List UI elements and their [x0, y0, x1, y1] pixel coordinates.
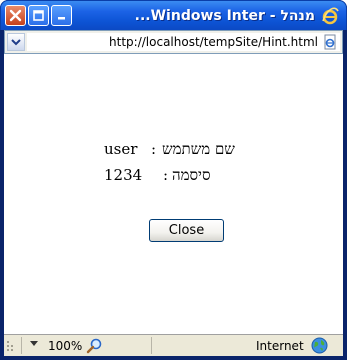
close-button[interactable]: Close: [149, 219, 224, 242]
browser-window: ...Windows Inter - מנהל http://localhost…: [0, 0, 347, 360]
zoom-menu-button[interactable]: [30, 341, 38, 347]
status-bar: 100% Internet: [4, 334, 343, 356]
ie-logo-icon: [322, 7, 339, 25]
url-field[interactable]: http://localhost/tempSite/Hint.html: [27, 33, 340, 51]
security-zone-label: Internet: [256, 339, 304, 353]
close-icon: [9, 9, 22, 22]
address-history-button[interactable]: [7, 33, 25, 51]
status-divider: [21, 337, 22, 354]
status-divider: [151, 337, 152, 354]
maximize-icon: [33, 10, 44, 21]
password-row: 1234 : סיסמה: [4, 164, 343, 186]
address-bar: http://localhost/tempSite/Hint.html: [4, 30, 343, 54]
password-value: 1234: [104, 166, 143, 184]
magnifier-icon[interactable]: [86, 338, 102, 354]
minimize-icon: [58, 17, 65, 20]
username-row: user : שם משתמש: [4, 138, 343, 160]
window-close-button[interactable]: [5, 5, 26, 26]
username-separator: :: [151, 140, 157, 158]
window-title: ...Windows Inter - מנהל: [134, 8, 315, 24]
chevron-down-icon: [11, 39, 21, 46]
username-label: שם משתמש: [162, 140, 235, 158]
url-text: http://localhost/tempSite/Hint.html: [109, 35, 318, 49]
resize-grip-icon: [7, 341, 13, 351]
globe-icon[interactable]: [311, 337, 328, 354]
username-value: user: [104, 140, 138, 158]
password-separator: :: [163, 166, 169, 184]
window-minimize-button[interactable]: [51, 5, 72, 26]
window-maximize-button[interactable]: [28, 5, 49, 26]
page-icon: [324, 34, 336, 50]
title-bar: ...Windows Inter - מנהל: [0, 0, 347, 30]
zoom-level[interactable]: 100%: [48, 338, 82, 354]
page-content: user : שם משתמש 1234 : סיסמה Close: [4, 54, 343, 334]
password-label: סיסמה: [172, 166, 211, 184]
